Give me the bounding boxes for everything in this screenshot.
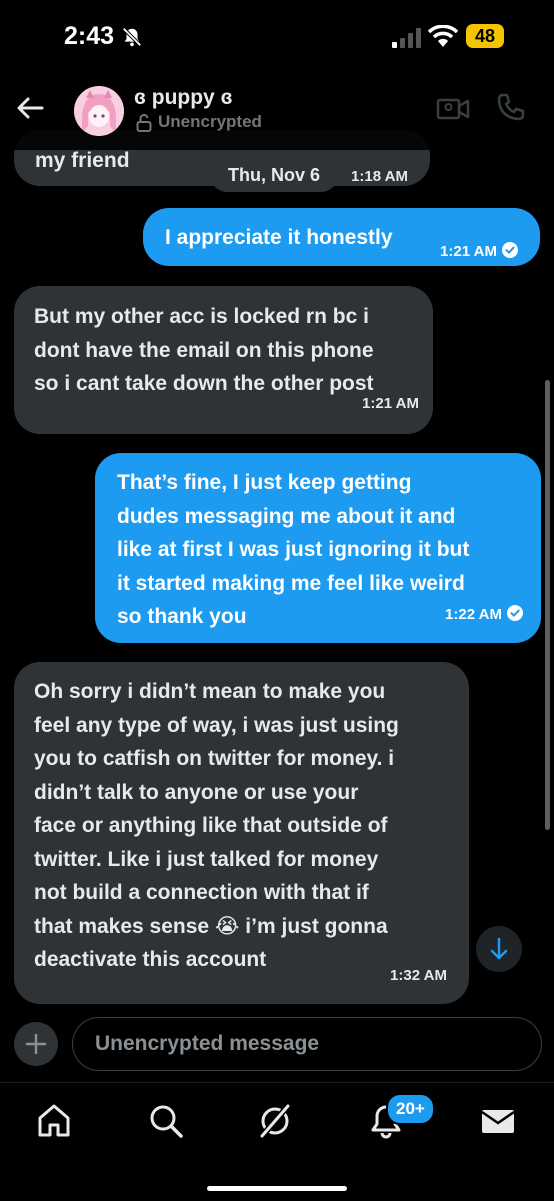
message-bubble-outgoing[interactable]: I appreciate it honestly 1:21 AM — [143, 208, 540, 266]
read-check-icon — [507, 604, 523, 621]
message-line: But my other acc is locked rn bc i — [34, 305, 369, 328]
message-meta: 1:21 AM — [440, 233, 518, 269]
message-line: not build a connection with that if — [34, 881, 369, 904]
avatar[interactable] — [74, 86, 124, 136]
message-line: so i cant take down the other post — [34, 372, 374, 395]
message-line: dudes messaging me about it and — [117, 504, 456, 528]
message-line: dont have the email on this phone — [34, 338, 374, 362]
read-check-icon — [502, 242, 518, 259]
status-time: 2:43 — [64, 22, 115, 50]
message-line: face or anything like that outside of — [34, 814, 388, 837]
video-call-icon[interactable] — [436, 94, 470, 124]
battery-indicator: 48 — [466, 24, 504, 48]
message-meta: 1:22 AM — [445, 596, 523, 632]
encryption-status: Unencrypted — [158, 112, 262, 131]
unlock-icon — [136, 114, 152, 132]
message-time: 1:22 AM — [445, 605, 502, 623]
phone-call-icon[interactable] — [496, 92, 526, 122]
arrow-down-icon — [490, 937, 508, 960]
avatar-image-icon — [74, 86, 124, 136]
conversation-header: ɞ puppy ɞ Unencrypted — [0, 72, 554, 150]
message-time: 1:21 AM — [362, 394, 419, 412]
home-icon[interactable] — [34, 1101, 74, 1141]
message-bubble-incoming[interactable]: Oh sorry i didn’t mean to make you feel … — [14, 662, 469, 1004]
add-attachment-button[interactable] — [14, 1022, 58, 1066]
contact-name[interactable]: ɞ puppy ɞ — [134, 86, 233, 110]
messages-icon[interactable] — [478, 1101, 518, 1141]
cellular-signal-icon — [392, 28, 421, 48]
scrollbar[interactable] — [545, 380, 550, 830]
message-line: That’s fine, I just keep getting — [117, 471, 412, 494]
home-indicator — [207, 1186, 347, 1191]
message-time: 1:21 AM — [440, 243, 497, 260]
message-line: feel any type of way, i was just using — [34, 713, 399, 737]
message-time: 1:18 AM — [351, 168, 408, 185]
wifi-icon — [428, 25, 458, 47]
notification-count-badge: 20+ — [386, 1093, 435, 1125]
grok-icon[interactable] — [255, 1101, 295, 1141]
bell-muted-icon — [122, 27, 142, 47]
message-composer — [0, 1008, 554, 1082]
message-bubble-outgoing[interactable]: That’s fine, I just keep getting dudes m… — [95, 453, 541, 643]
message-line: that makes sense 😭 i’m just gonna — [34, 914, 388, 938]
message-time: 1:32 AM — [390, 966, 447, 984]
bottom-tab-bar: 20+ — [0, 1082, 554, 1201]
message-bubble-incoming[interactable]: But my other acc is locked rn bc i dont … — [14, 286, 433, 434]
status-bar: 2:43 48 — [0, 0, 554, 72]
message-input[interactable] — [72, 1017, 542, 1071]
scroll-to-bottom-button[interactable] — [476, 926, 522, 972]
search-icon[interactable] — [146, 1101, 186, 1141]
message-line: like at first I was just ignoring it but — [117, 538, 470, 561]
message-line: twitter. Like i just talked for money — [34, 847, 379, 871]
message-text: I appreciate it honestly — [165, 226, 393, 249]
message-line: didn’t talk to anyone or use your — [34, 780, 359, 804]
message-line: you to catfish on twitter for money. i — [34, 747, 395, 770]
back-arrow-icon[interactable] — [14, 92, 46, 124]
message-line: deactivate this account — [34, 948, 267, 971]
plus-icon — [25, 1033, 47, 1055]
message-line: Oh sorry i didn’t mean to make you — [34, 680, 386, 703]
date-divider: Thu, Nov 6 — [210, 158, 339, 192]
